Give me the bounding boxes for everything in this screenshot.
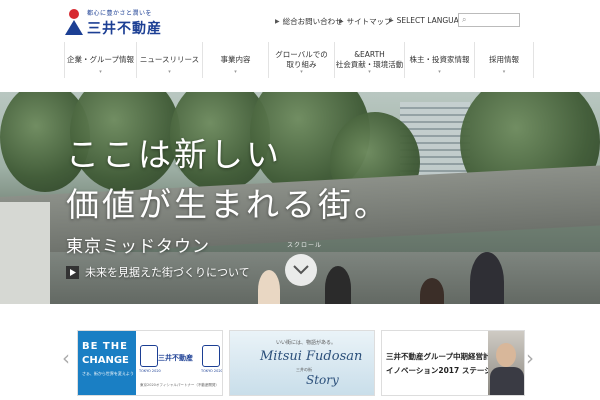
- logo-brand-name: 三井不動産: [87, 21, 162, 37]
- plan-title-line2: イノベーション2017 ステージⅡ: [386, 366, 497, 375]
- carousel-prev-button[interactable]: ‹: [62, 346, 70, 370]
- photo-suit: [490, 367, 524, 395]
- triangle-right-icon: ▶: [389, 17, 394, 24]
- nav-item-ir[interactable]: 株主・投資家情報 ▾: [404, 42, 474, 78]
- carousel-next-button[interactable]: ›: [526, 346, 534, 370]
- btc-title-line2: CHANGE: [82, 355, 129, 366]
- person-image: [325, 266, 351, 304]
- chevron-down-icon: ▾: [300, 69, 303, 75]
- hero-subtitle-link[interactable]: 未来を見据えた街づくりについて: [66, 264, 250, 280]
- nav-item-label: 採用情報: [489, 55, 519, 64]
- chevron-down-icon: ▾: [234, 69, 237, 75]
- scroll-label: スクロール: [287, 242, 323, 249]
- executive-photo: [488, 331, 524, 395]
- banner-mitsui-story[interactable]: いい街には、物語がある。 Mitsui Fudosan 三井の街 Story: [229, 330, 375, 396]
- nav-item-label: 株主・投資家情報: [409, 55, 470, 64]
- logo-tagline: 都心に豊かさと潤いを: [87, 10, 153, 17]
- olympic-emblem-icon: [140, 345, 158, 367]
- nav-item-global[interactable]: グローバルでの 取り組み ▾: [268, 42, 334, 78]
- banner-be-the-change[interactable]: BE THE CHANGE さぁ、街から世界を変えよう TOKYO 2020 三…: [77, 330, 223, 396]
- contact-link-label: 総合お問い合わせ: [282, 17, 343, 26]
- chevron-down-icon: ▾: [168, 69, 171, 75]
- plan-title-line1: 三井不動産グループ中期経営計画: [386, 352, 499, 361]
- site-header: 都心に豊かさと潤いを 三井不動産 ▶ 総合お問い合わせ ▶ サイトマップ ▶ S…: [0, 0, 600, 42]
- nav-item-label: 企業・グループ情報: [66, 55, 135, 64]
- hero-subtitle-label: 未来を見据えた街づくりについて: [85, 266, 250, 279]
- story-title-line2: Story: [306, 373, 339, 387]
- btc-subtitle: さぁ、街から世界を変えよう: [82, 371, 134, 376]
- nav-item-recruit[interactable]: 採用情報 ▾: [474, 42, 534, 78]
- search-input[interactable]: ⌕: [458, 13, 520, 27]
- chevron-down-icon: ▾: [368, 69, 371, 75]
- nav-item-label: 事業内容: [220, 55, 251, 64]
- paralympic-caption: TOKYO 2020: [201, 369, 223, 373]
- person-image: [258, 270, 280, 304]
- card-footer-text: 東京2020オフィシャルパートナー（不動産開発）: [140, 383, 219, 387]
- nav-item-label: &EARTH: [354, 50, 385, 59]
- hero-headline-line2: 価値が生まれる街。: [66, 185, 390, 224]
- triangle-right-icon: ▶: [275, 18, 280, 25]
- card-company-logo: 三井不動産: [158, 354, 193, 362]
- hero-headline-line1: ここは新しい: [66, 135, 282, 174]
- banner-carousel: ‹ BE THE CHANGE さぁ、街から世界を変えよう TOKYO 2020…: [0, 318, 600, 400]
- banner-midterm-plan[interactable]: 三井不動産グループ中期経営計画 イノベーション2017 ステージⅡ: [381, 330, 525, 396]
- global-nav: 企業・グループ情報 ▾ ニュースリリース ▾ 事業内容 ▾ グローバルでの 取り…: [0, 42, 600, 78]
- triangle-right-icon: ▶: [339, 18, 344, 25]
- chevron-down-icon: ▾: [502, 69, 506, 75]
- company-logo[interactable]: 都心に豊かさと潤いを 三井不動産: [63, 6, 183, 38]
- btc-title-line1: BE THE: [82, 341, 128, 352]
- sitemap-link[interactable]: ▶ サイトマップ: [339, 16, 392, 27]
- be-the-change-panel: BE THE CHANGE さぁ、街から世界を変えよう: [78, 331, 136, 395]
- nav-item-label: ニュースリリース: [139, 55, 200, 64]
- scroll-down-button[interactable]: [285, 254, 317, 286]
- chevron-down-icon: ▾: [438, 69, 441, 75]
- contact-link[interactable]: ▶ 総合お問い合わせ: [275, 16, 343, 27]
- logo-mark-icon: [65, 9, 83, 35]
- paralympic-emblem-icon: [202, 345, 220, 367]
- chevron-down-icon: [293, 265, 309, 275]
- hero-banner[interactable]: ここは新しい 価値が生まれる街。 東京ミッドタウン 未来を見据えた街づくりについ…: [0, 92, 600, 304]
- nav-item-news[interactable]: ニュースリリース ▾: [136, 42, 202, 78]
- person-image: [470, 252, 504, 304]
- hero-brand-line: 東京ミッドタウン: [66, 237, 210, 257]
- olympic-caption: TOKYO 2020: [139, 369, 161, 373]
- photo-head: [496, 343, 516, 367]
- nav-item-business[interactable]: 事業内容 ▾: [202, 42, 268, 78]
- chevron-down-icon: ▾: [99, 69, 102, 75]
- person-image: [420, 278, 444, 304]
- nav-item-earth[interactable]: &EARTH 社会貢献・環境活動 ▾: [334, 42, 404, 78]
- search-icon: ⌕: [462, 15, 467, 24]
- sitemap-link-label: サイトマップ: [346, 17, 392, 26]
- nav-item-label: グローバルでの: [275, 50, 328, 59]
- story-title-line1: Mitsui Fudosan: [260, 349, 363, 364]
- story-tagline: いい街には、物語がある。: [276, 340, 337, 346]
- nav-item-company[interactable]: 企業・グループ情報 ▾: [64, 42, 136, 78]
- play-icon: [66, 265, 79, 279]
- pillar: [0, 202, 50, 304]
